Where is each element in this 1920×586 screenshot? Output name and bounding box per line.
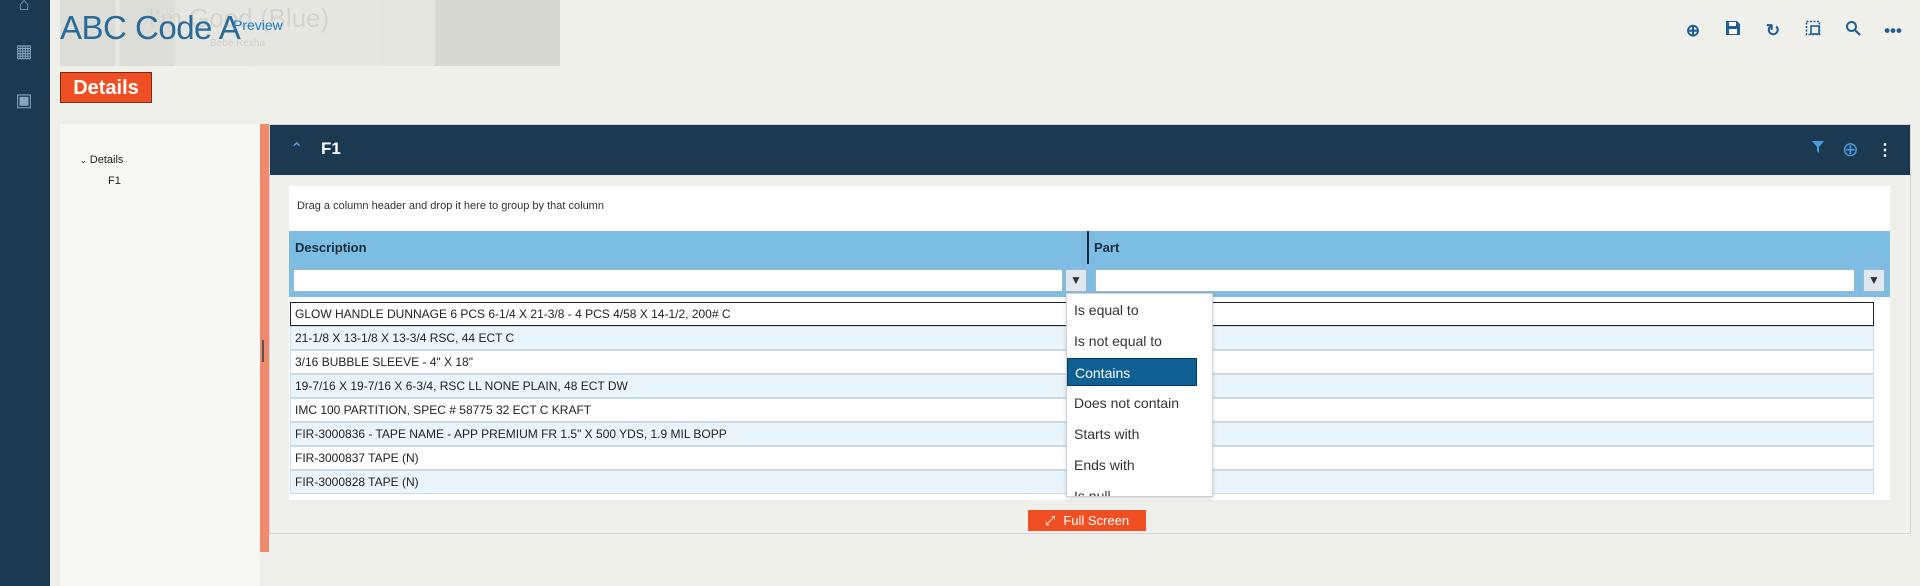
chevron-down-icon[interactable]: ⌄ [80,156,87,165]
full-screen-label: Full Screen [1063,513,1130,528]
tree-node-label: Details [89,154,124,166]
filter-option-contains[interactable]: Contains [1067,358,1197,386]
expand-icon: ⤢ [1044,513,1056,528]
filter-option-is-equal-to[interactable]: Is equal to [1067,296,1197,324]
splitter[interactable] [260,124,269,552]
search-icon[interactable] [1844,20,1862,42]
full-screen-button[interactable]: ⤢ Full Screen [1028,510,1146,531]
column-header-part[interactable]: Part [1089,231,1890,264]
chevron-up-icon[interactable]: ⌃ [290,139,303,159]
add-circle-icon[interactable]: ⊕ [1842,137,1859,162]
ghost-artwork [435,0,560,66]
home-icon[interactable]: ⌂ [14,0,34,14]
splitter-handle[interactable] [262,340,264,362]
details-tab[interactable]: Details [60,72,152,103]
apps-grid-icon[interactable]: ▦ [14,41,34,61]
filter-operator-dropdown: Is equal to Is not equal to Contains Doe… [1066,293,1213,497]
more-vertical-icon[interactable]: ⋮ [1877,140,1893,160]
filter-option-ends-with[interactable]: Ends with [1067,451,1197,479]
toolbar: ⊕ ↻ ••• [1684,20,1902,42]
preview-link[interactable]: Preview [233,17,283,33]
tree-node-f1[interactable]: F1 [108,175,121,187]
group-by-hint: Drag a column header and drop it here to… [297,200,604,212]
panel-header: ⌃ F1 ⊕ ⋮ [270,125,1910,175]
part-filter-input[interactable] [1095,269,1855,292]
description-filter-button[interactable]: ▼ [1065,269,1087,292]
dashboard-icon[interactable]: ▣ [14,90,34,110]
add-circle-icon[interactable]: ⊕ [1684,20,1702,42]
filter-option-starts-with[interactable]: Starts with [1067,420,1197,448]
page-title: ABC Code A [60,9,241,46]
column-header-description[interactable]: Description [289,231,1089,264]
save-icon[interactable] [1724,20,1742,42]
panel-title: F1 [321,139,341,158]
refresh-icon[interactable]: ↻ [1764,20,1782,42]
filter-icon[interactable] [1811,140,1825,159]
more-icon[interactable]: ••• [1884,20,1902,42]
filter-option-does-not-contain[interactable]: Does not contain [1067,389,1197,417]
part-filter-button[interactable]: ▼ [1863,269,1885,292]
left-nav: ⌂ ▦ ▣ [0,0,50,586]
tree-panel: ⌄ Details F1 [60,124,260,586]
tree-node-details[interactable]: ⌄ Details [80,154,123,166]
filter-option-is-not-equal-to[interactable]: Is not equal to [1067,327,1197,355]
description-filter-input[interactable] [293,269,1063,292]
filter-option-is-null[interactable]: Is null [1067,482,1197,496]
layout-icon[interactable] [1804,20,1822,42]
